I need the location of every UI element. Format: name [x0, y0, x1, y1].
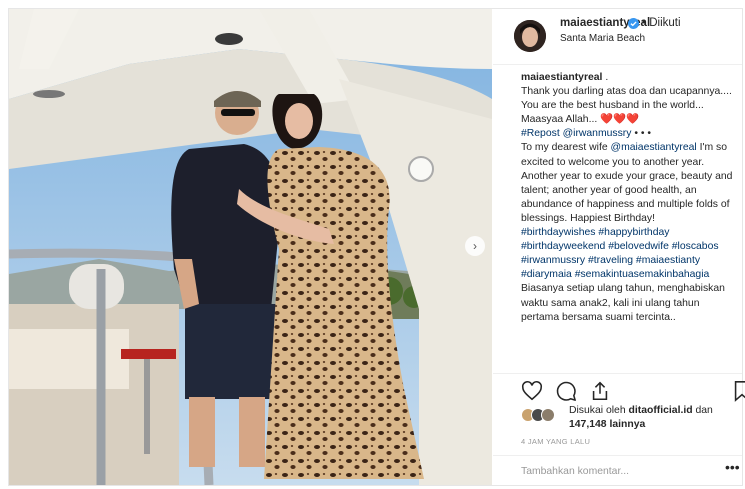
caption-text: • • • — [631, 128, 652, 140]
more-options-icon[interactable]: ••• — [725, 459, 740, 475]
liker-username-link[interactable]: ditaofficial.id — [629, 405, 693, 416]
caption-text: I'm so excited to welcome you to another… — [521, 142, 733, 224]
liker-avatar — [541, 408, 555, 422]
comment-icon[interactable] — [555, 380, 577, 402]
caption-text: To my dearest wife — [521, 142, 611, 154]
caption-hashtag-link[interactable]: #Repost @irwanmussry — [521, 128, 631, 139]
follow-status[interactable]: • Diikuti — [642, 17, 681, 29]
likes-summary: Disukai oleh ditaofficial.id dan 147,148 … — [521, 404, 741, 434]
post-caption: maiaestiantyreal . Thank you darling atas… — [521, 71, 739, 363]
avatar[interactable] — [514, 20, 546, 52]
likes-conjunction: dan — [692, 405, 713, 416]
heart-emoji: ❤️❤️❤️ — [600, 114, 639, 126]
likes-text: Disukai oleh ditaofficial.id dan 147,148 … — [569, 404, 713, 432]
heart-icon[interactable] — [521, 380, 543, 402]
instagram-post: › maiaestiantyreal • Diikuti Santa Maria… — [8, 8, 745, 486]
caption-text: . — [602, 72, 609, 83]
post-header: maiaestiantyreal • Diikuti Santa Maria B… — [493, 9, 742, 65]
comment-input[interactable] — [521, 464, 711, 478]
location-link[interactable]: Santa Maria Beach — [560, 33, 645, 44]
bookmark-icon[interactable] — [731, 380, 745, 402]
share-icon[interactable] — [589, 380, 611, 402]
action-bar — [493, 373, 745, 404]
caption-username-link[interactable]: maiaestiantyreal — [521, 72, 602, 83]
yacht-couple-image — [9, 9, 492, 485]
post-sidebar: maiaestiantyreal • Diikuti Santa Maria B… — [493, 9, 745, 486]
likes-count-link[interactable]: 147,148 lainnya — [569, 419, 645, 430]
caption-text: Biasanya setiap ulang tahun, menghabiska… — [521, 283, 725, 323]
comment-box: ••• — [493, 455, 742, 486]
chevron-right-icon[interactable]: › — [465, 236, 485, 256]
post-photo[interactable]: › — [9, 9, 492, 485]
caption-hashtag-link[interactable]: #birthdaywishes #happybirthday #birthday… — [521, 227, 719, 280]
caption-hashtag-link[interactable]: @maiaestiantyreal — [611, 142, 697, 153]
verified-badge-icon — [628, 18, 639, 29]
post-timestamp[interactable]: 4 JAM YANG LALU — [521, 437, 590, 446]
likes-prefix: Disukai oleh — [569, 405, 629, 416]
